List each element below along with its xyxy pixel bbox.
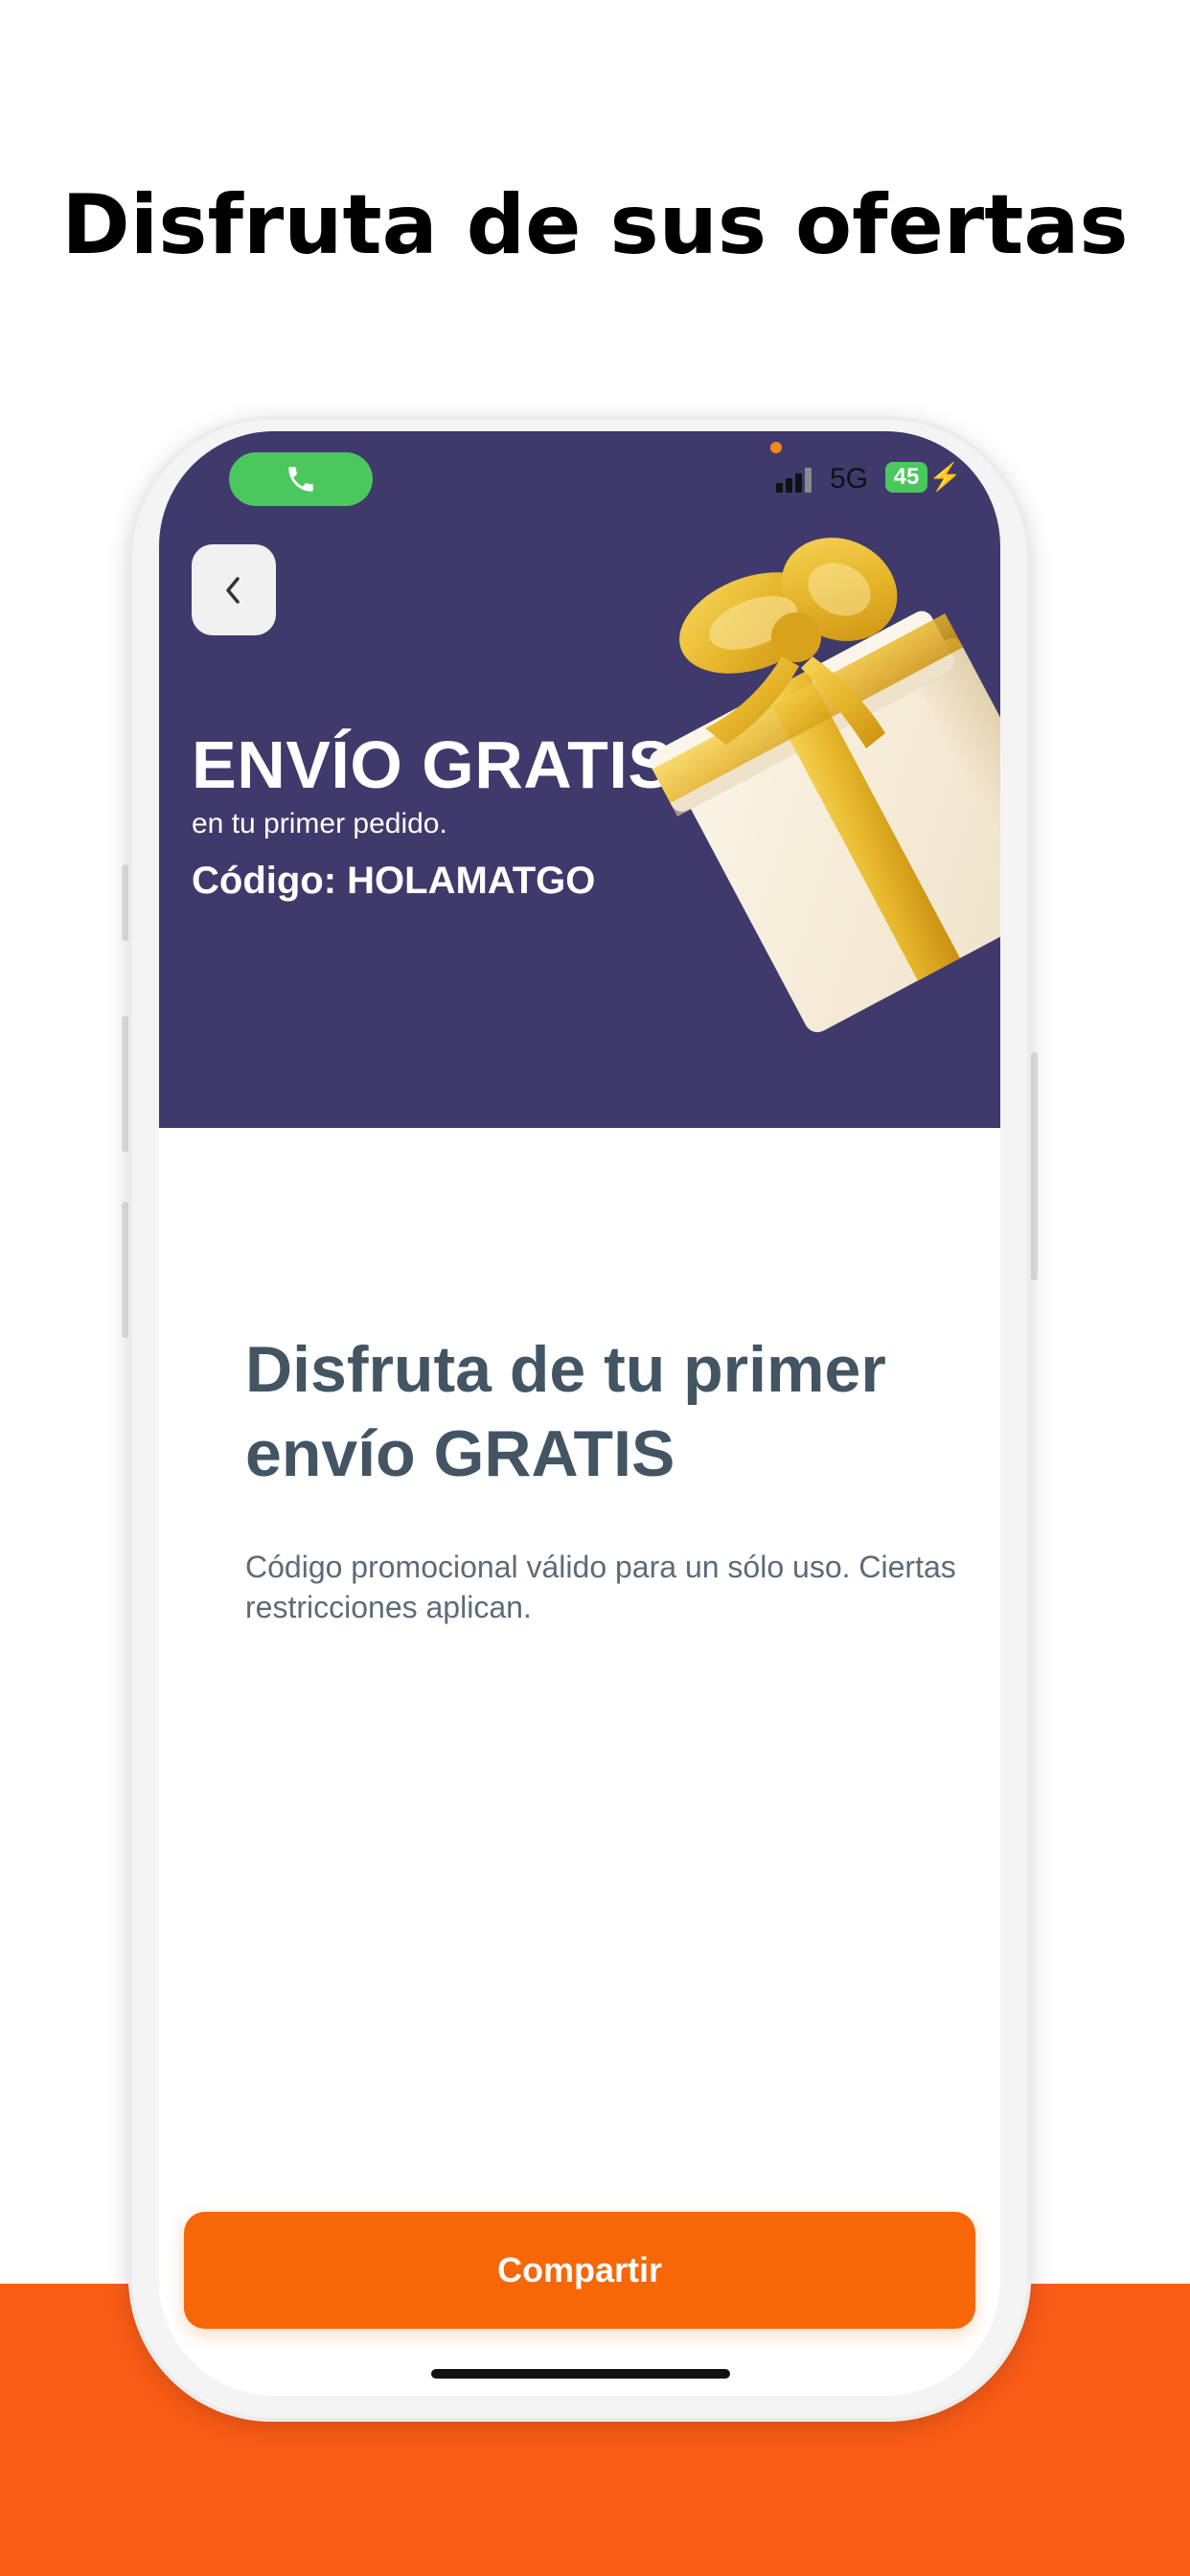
network-type: 5G	[830, 463, 869, 494]
camera-indicator-dot	[770, 442, 782, 453]
home-indicator[interactable]	[431, 2369, 730, 2379]
phone-screen: 5G 45 ⚡ ENVÍO GRATIS en tu primer pedido…	[159, 431, 1000, 2396]
promo-banner: 5G 45 ⚡ ENVÍO GRATIS en tu primer pedido…	[159, 431, 1000, 1128]
phone-power-button	[1031, 1052, 1038, 1280]
offer-description: Código promocional válido para un sólo u…	[245, 1550, 956, 1624]
gift-box-illustration	[649, 538, 1000, 1033]
back-button[interactable]	[192, 544, 276, 635]
bolt-icon: ⚡	[928, 462, 962, 492]
phone-volume-down-button	[122, 1202, 128, 1338]
banner-subtitle: en tu primer pedido.	[192, 808, 447, 840]
phone-mute-switch	[122, 864, 128, 941]
promo-code: Código: HOLAMATGO	[192, 860, 596, 902]
banner-title: ENVÍO GRATIS	[192, 727, 674, 802]
battery-level: 45	[885, 462, 927, 493]
active-call-pill[interactable]	[229, 452, 373, 506]
page-headline: Disfruta de sus ofertas	[61, 177, 1129, 273]
share-button[interactable]: Compartir	[184, 2212, 975, 2329]
signal-bars-icon	[776, 468, 814, 493]
offer-title: Disfruta de tu primer envío GRATIS	[245, 1333, 886, 1490]
chevron-left-icon	[226, 576, 240, 604]
phone-volume-up-button	[122, 1016, 128, 1152]
phone-icon	[288, 467, 313, 492]
